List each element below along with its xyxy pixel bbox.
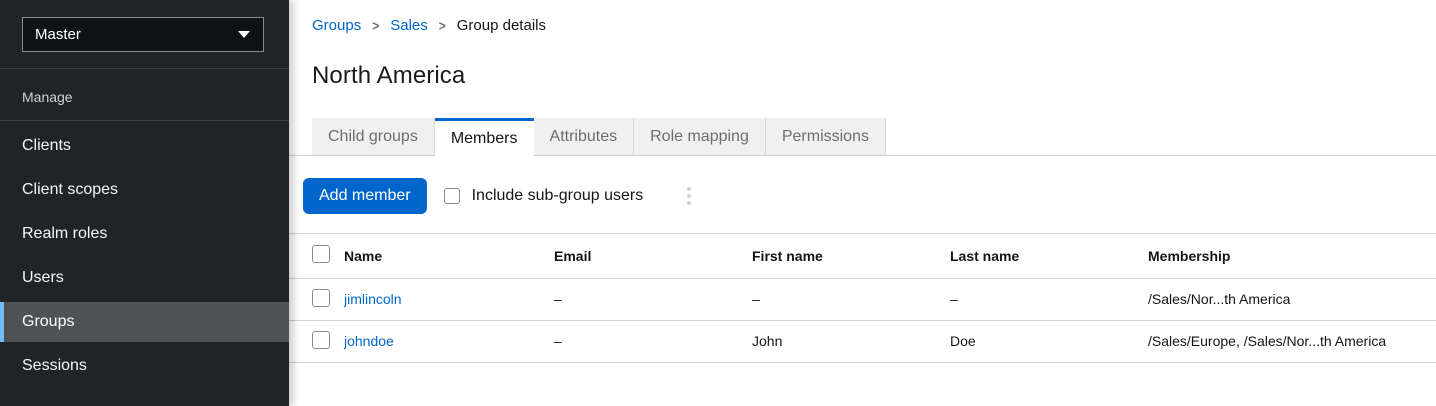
tab-label: Attributes	[549, 127, 618, 145]
sidebar-item-users[interactable]: Users	[0, 258, 289, 298]
realm-selector-dropdown[interactable]: Master	[22, 17, 264, 52]
breadcrumb-link-groups[interactable]: Groups	[312, 15, 361, 37]
include-subgroups-checkbox[interactable]	[443, 188, 460, 204]
table-header-row: Name Email First name Last name Membersh…	[289, 234, 1436, 279]
column-header-membership: Membership	[1148, 234, 1436, 279]
tab-label: Permissions	[781, 127, 869, 145]
table-row: jimlincoln – – – /Sales/Nor...th America	[289, 278, 1436, 321]
cell-email: –	[554, 278, 752, 321]
sidebar-item-label: Users	[22, 269, 64, 286]
breadcrumb-separator-icon: >	[438, 17, 446, 35]
column-header-email: Email	[554, 234, 752, 279]
cell-first-name: –	[752, 278, 950, 321]
breadcrumb-current: Group details	[456, 17, 546, 34]
cell-membership: /Sales/Nor...th America	[1148, 278, 1436, 321]
sidebar-item-clients[interactable]: Clients	[0, 126, 289, 166]
tab-label: Role mapping	[650, 127, 749, 145]
breadcrumb-link-sales[interactable]: Sales	[390, 15, 428, 37]
breadcrumb: Groups > Sales > Group details	[312, 15, 1412, 37]
column-header-first-name: First name	[752, 234, 950, 279]
select-all-checkbox[interactable]	[312, 245, 330, 264]
add-member-button[interactable]: Add member	[303, 178, 427, 214]
tab-child-groups[interactable]: Child groups	[312, 118, 435, 155]
tab-bar: Child groups Members Attributes Role map…	[289, 118, 1436, 156]
sidebar-item-label: Client scopes	[22, 181, 119, 198]
include-subgroups-label: Include sub-group users	[471, 187, 644, 204]
members-toolbar: Add member Include sub-group users	[289, 156, 1436, 234]
member-link[interactable]: johndoe	[344, 333, 394, 349]
sidebar-item-label: Sessions	[22, 357, 87, 374]
sidebar-item-realm-roles[interactable]: Realm roles	[0, 214, 289, 254]
table-row: johndoe – John Doe /Sales/Europe, /Sales…	[289, 320, 1436, 363]
sidebar-item-label: Clients	[22, 137, 71, 154]
page-header: Groups > Sales > Group details North Ame…	[289, 0, 1436, 90]
page-title: North America	[312, 62, 466, 89]
sidebar-item-groups[interactable]: Groups	[0, 302, 289, 342]
tab-members[interactable]: Members	[434, 118, 534, 156]
breadcrumb-separator-icon: >	[372, 17, 380, 35]
cell-last-name: –	[950, 278, 1148, 321]
tab-label: Child groups	[328, 127, 418, 145]
member-link[interactable]: jimlincoln	[344, 291, 402, 307]
sidebar-item-sessions[interactable]: Sessions	[0, 346, 289, 386]
tab-label: Members	[450, 129, 518, 147]
include-subgroups-control: Include sub-group users	[443, 187, 644, 205]
column-header-last-name: Last name	[950, 234, 1148, 279]
members-table: Name Email First name Last name Membersh…	[289, 234, 1436, 363]
cell-first-name: John	[752, 320, 950, 363]
cell-membership: /Sales/Europe, /Sales/Nor...th America	[1148, 320, 1436, 363]
sidebar-item-client-scopes[interactable]: Client scopes	[0, 170, 289, 210]
realm-selector-label: Master	[35, 26, 81, 43]
sidebar-nav: Clients Client scopes Realm roles Users …	[0, 121, 289, 386]
sidebar-item-label: Groups	[22, 313, 75, 330]
tab-permissions[interactable]: Permissions	[765, 118, 886, 155]
column-header-name: Name	[344, 234, 554, 279]
main-content: Groups > Sales > Group details North Ame…	[289, 0, 1436, 406]
caret-down-icon	[238, 31, 250, 38]
tab-role-mapping[interactable]: Role mapping	[634, 118, 766, 155]
cell-email: –	[554, 320, 752, 363]
tab-attributes[interactable]: Attributes	[533, 118, 635, 155]
cell-last-name: Doe	[950, 320, 1148, 363]
row-checkbox[interactable]	[312, 330, 330, 349]
sidebar-item-label: Realm roles	[22, 225, 108, 242]
row-checkbox[interactable]	[312, 288, 330, 307]
sidebar: Master Manage Clients Client scopes Real…	[0, 0, 289, 406]
kebab-menu-icon[interactable]	[681, 183, 697, 209]
nav-section-title: Manage	[22, 89, 73, 105]
